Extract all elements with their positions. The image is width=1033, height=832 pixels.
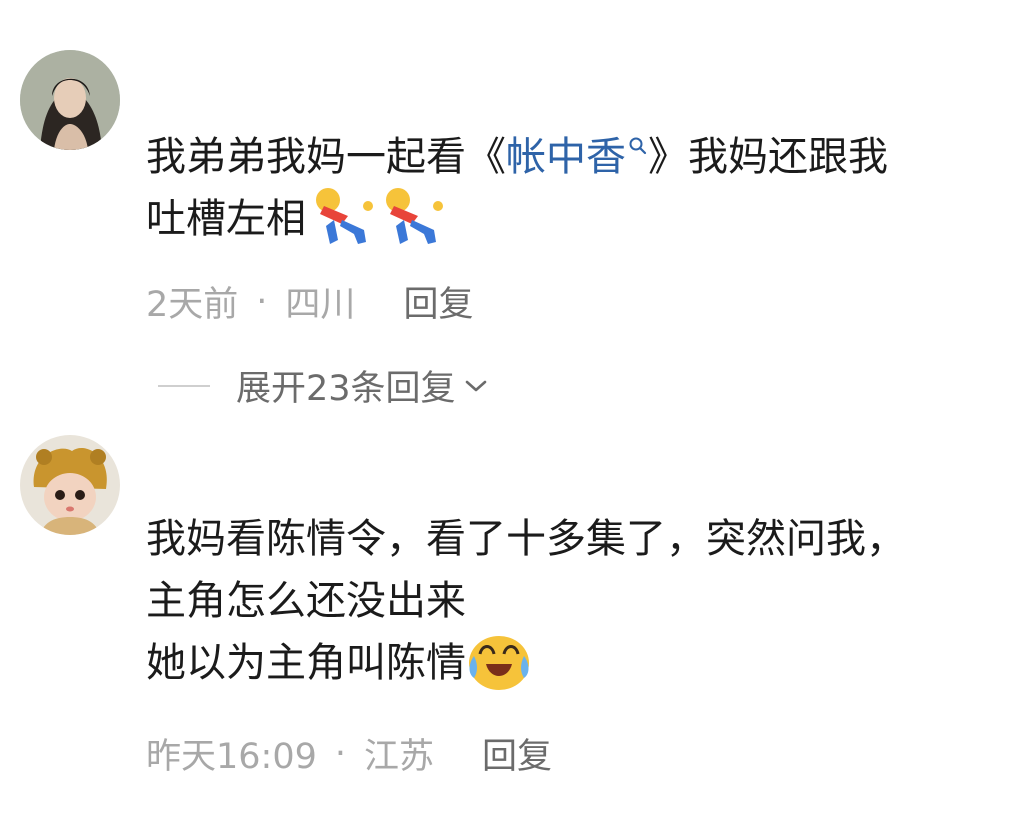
expand-divider: [158, 384, 210, 387]
comment-1-reply-button[interactable]: 回复: [403, 276, 473, 327]
comment-2-location: 江苏: [364, 737, 435, 777]
expand-replies-button[interactable]: 展开23条回复: [158, 360, 488, 411]
avatar-user-1[interactable]: [20, 50, 120, 150]
comment-2-line-3: 她以为主角叫陈情: [146, 640, 466, 686]
laugh-cry-emoji-icon: [469, 636, 529, 690]
expand-replies-label: 展开23条回复: [236, 369, 456, 409]
search-icon: [629, 137, 647, 155]
chevron-down-icon: [465, 380, 486, 391]
comment-2-line-1: 我妈看陈情令，看了十多集了，突然问我，: [146, 516, 906, 562]
drama-link[interactable]: 帐中香: [506, 134, 648, 180]
comment-2-reply-button[interactable]: 回复: [482, 728, 552, 779]
comment-1-meta: 2天前 · 四川 回复: [146, 276, 473, 327]
comment-2-time: 昨天16:09: [146, 737, 317, 777]
meta-separator: ·: [256, 281, 268, 322]
comment-2-meta: 昨天16:09 · 江苏 回复: [146, 728, 552, 779]
doll-with-hat-avatar-icon: [20, 435, 120, 535]
avatar-user-2[interactable]: [20, 435, 120, 535]
comment-1-line-2: 吐槽左相: [146, 196, 306, 242]
comment-1-text-after: 》我妈还跟我: [648, 134, 888, 180]
girl-portrait-avatar-icon: [20, 50, 120, 150]
meta-separator: ·: [334, 733, 347, 774]
comment-2-text: 我妈看陈情令，看了十多集了，突然问我， 主角怎么还没出来 她以为主角叫陈情: [146, 508, 906, 694]
comment-1-time: 2天前: [146, 285, 239, 325]
fallen-person-emoji-icon: [316, 188, 373, 244]
drama-link-text: 帐中香: [506, 134, 626, 180]
comment-1-text: 我弟弟我妈一起看《帐中香 》我妈还跟我 吐槽左相: [146, 126, 888, 250]
comment-2-line-2: 主角怎么还没出来: [146, 578, 466, 624]
comment-1-text-before: 我弟弟我妈一起看《: [146, 134, 506, 180]
comment-1-location: 四川: [285, 285, 356, 325]
fallen-person-emoji-icon: [386, 188, 443, 244]
